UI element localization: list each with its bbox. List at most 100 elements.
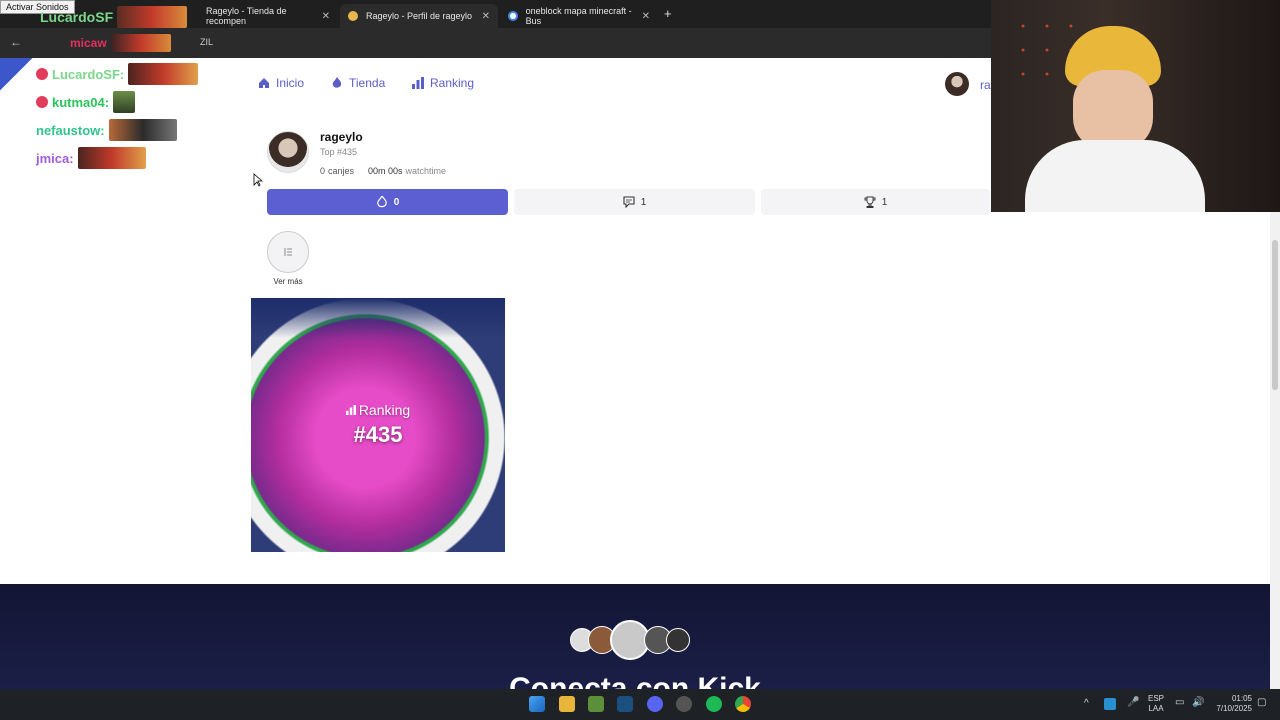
tray-chevron-up-icon[interactable]: ^	[1084, 698, 1089, 709]
file-explorer-icon[interactable]	[559, 696, 575, 712]
overlay-accent-shape	[0, 58, 40, 98]
chat-emote-image	[108, 119, 177, 141]
card-ranking-heading: Ranking	[251, 402, 505, 418]
rageylo-favicon-icon	[348, 11, 358, 21]
home-icon	[259, 78, 269, 88]
tab-google[interactable]: oneblock mapa minecraft - Bus ✕	[500, 4, 658, 28]
obs-icon[interactable]	[676, 696, 692, 712]
card-ranking-label: Ranking	[358, 402, 411, 418]
new-tab-icon[interactable]: +	[664, 6, 672, 21]
chat-emote-image	[117, 6, 188, 28]
chat-user: LucardoSF	[40, 9, 114, 25]
tab-perfil-label: Rageylo - Perfil de rageylo	[366, 11, 473, 21]
watchtime-value: 00m 00s	[368, 166, 403, 176]
profile-username: rageylo	[320, 130, 363, 144]
user-name-short[interactable]: ra	[980, 78, 991, 92]
nav-tienda[interactable]: Tienda	[331, 76, 385, 90]
footer-title: Conecta con Kick	[509, 672, 761, 689]
steam-icon[interactable]	[617, 696, 633, 712]
watchtime-label: watchtime	[405, 166, 447, 176]
chat-emote-image	[128, 63, 199, 85]
chat-line: jmica:	[36, 147, 146, 169]
chat-emote-image	[113, 91, 136, 113]
nav-inicio-label: Inicio	[276, 76, 305, 90]
spotify-icon[interactable]	[706, 696, 722, 712]
language-indicator[interactable]: ESP LAA	[1148, 694, 1164, 714]
bar-chart-icon	[345, 405, 356, 415]
chat-user: jmica:	[36, 150, 74, 166]
address-text[interactable]: ZIL	[200, 37, 213, 47]
tab-tienda[interactable]: Rageylo - Tienda de recompen ✕	[198, 4, 338, 28]
streamer-avatars	[570, 620, 690, 660]
chat-badge-icon	[36, 96, 48, 108]
flame-icon	[332, 77, 342, 88]
nav-inicio[interactable]: Inicio	[258, 76, 304, 90]
profile-watchtime: 00m 00s watchtime	[368, 166, 446, 176]
chat-user: micaw	[70, 36, 107, 50]
google-favicon-icon	[508, 11, 518, 21]
bar-chart-icon	[412, 77, 424, 89]
trophies-value: 1	[881, 196, 888, 208]
profile-avatar	[267, 131, 309, 173]
nav-ranking[interactable]: Ranking	[412, 76, 474, 90]
minecraft-icon[interactable]	[588, 696, 604, 712]
back-arrow-icon[interactable]: ←	[10, 35, 22, 49]
clock-time: 01:05	[1231, 694, 1252, 703]
nav-ranking-label: Ranking	[430, 76, 475, 90]
canjes-count: 0	[320, 166, 326, 176]
clock-date: 7/10/2025	[1216, 704, 1252, 713]
scrollbar-thumb[interactable]	[1272, 240, 1278, 390]
chrome-icon[interactable]	[735, 696, 751, 712]
chat-line-top2: micaw	[70, 34, 171, 52]
comments-tab[interactable]: 1	[514, 189, 755, 215]
microphone-icon[interactable]: 🎤	[1127, 697, 1139, 708]
ranking-card[interactable]: Ranking #435	[251, 298, 505, 552]
chat-line: nefaustow:	[36, 119, 177, 141]
canjes-label: canjes	[328, 166, 355, 176]
list-icon	[284, 248, 292, 256]
avatar	[666, 628, 690, 652]
chat-line: kutma04:	[36, 91, 136, 113]
profile-canjes: 0 canjes	[320, 166, 354, 176]
chat-user: nefaustow:	[36, 122, 105, 138]
card-top-shade	[251, 298, 505, 338]
chat-badge-icon	[36, 68, 48, 80]
webcam-shirt	[1025, 140, 1205, 212]
lang-top: ESP	[1148, 694, 1165, 703]
card-rank-number: #435	[353, 422, 403, 447]
ver-mas-label: Ver más	[273, 277, 303, 286]
chat-user: LucardoSF:	[52, 66, 125, 82]
points-tab[interactable]: 0	[267, 189, 508, 215]
ver-mas-button[interactable]	[267, 231, 309, 273]
trophy-icon	[864, 196, 876, 208]
network-icon[interactable]: ▭	[1175, 697, 1184, 708]
profile-rank: Top #435	[320, 147, 358, 157]
comment-icon	[623, 196, 635, 208]
user-avatar[interactable]	[945, 72, 969, 96]
comments-value: 1	[640, 196, 647, 208]
chat-user: kutma04:	[52, 94, 110, 110]
flame-icon	[376, 196, 387, 208]
points-value: 0	[393, 196, 400, 208]
close-icon[interactable]: ✕	[322, 11, 330, 22]
nav-tienda-label: Tienda	[349, 76, 386, 90]
webcam-overlay	[991, 0, 1280, 212]
chat-emote-image	[110, 34, 171, 52]
discord-icon[interactable]	[647, 696, 663, 712]
lang-bottom: LAA	[1148, 704, 1164, 713]
footer-section: Conecta con Kick	[0, 584, 1270, 689]
tray-app-icon[interactable]	[1104, 698, 1116, 710]
notification-icon[interactable]: ▢	[1257, 697, 1266, 708]
tab-perfil[interactable]: Rageylo - Perfil de rageylo ✕	[340, 4, 498, 28]
mouse-cursor-icon	[253, 173, 263, 187]
windows-start-icon[interactable]	[529, 696, 545, 712]
clock[interactable]: 01:05 7/10/2025	[1210, 694, 1252, 714]
trophies-tab[interactable]: 1	[761, 189, 990, 215]
webcam-face	[1073, 70, 1153, 150]
volume-icon[interactable]: 🔊	[1192, 697, 1204, 708]
close-icon[interactable]: ✕	[482, 11, 490, 22]
chat-line: LucardoSF:	[36, 63, 199, 85]
close-icon[interactable]: ✕	[642, 11, 650, 22]
tab-google-label: oneblock mapa minecraft - Bus	[525, 6, 632, 26]
chat-line-top: LucardoSF	[40, 6, 188, 28]
